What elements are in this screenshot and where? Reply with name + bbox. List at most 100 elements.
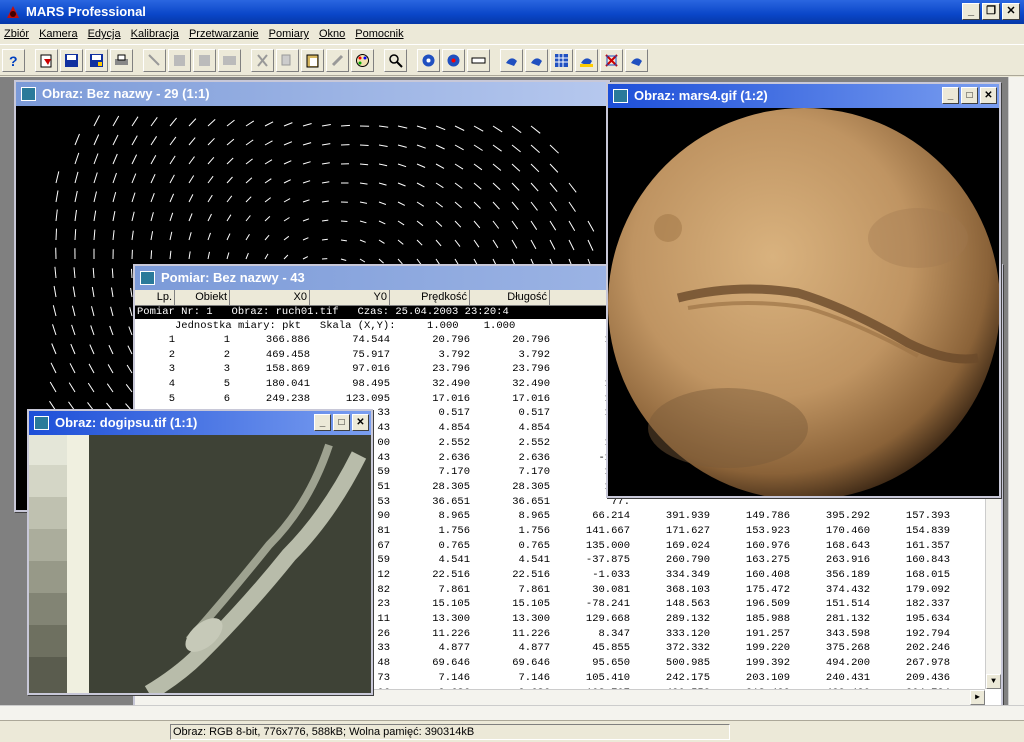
pen-button[interactable] bbox=[600, 48, 623, 72]
window-mars-titlebar[interactable]: Obraz: mars4.gif (1:2) _ □ ✕ bbox=[608, 84, 999, 108]
flow-vector bbox=[51, 343, 57, 355]
workspace-vertical-scrollbar[interactable] bbox=[1008, 77, 1024, 705]
flow-vector bbox=[169, 193, 175, 203]
window-mars-title: Obraz: mars4.gif (1:2) bbox=[634, 88, 768, 103]
close-button[interactable]: ✕ bbox=[1002, 3, 1020, 20]
measure-button[interactable] bbox=[500, 48, 523, 72]
flow-vector bbox=[302, 142, 312, 146]
table-cell: 2.636 bbox=[518, 451, 550, 464]
flow-vector bbox=[91, 286, 95, 298]
flow-vector bbox=[321, 143, 331, 146]
mars-maximize-button[interactable]: □ bbox=[961, 87, 978, 104]
flow-vector bbox=[93, 191, 97, 203]
flow-vector bbox=[473, 163, 483, 171]
flow-vector bbox=[150, 154, 157, 165]
flow-vector bbox=[454, 144, 464, 151]
save-as-button[interactable] bbox=[85, 48, 108, 72]
flow-vector bbox=[226, 176, 233, 184]
help-button[interactable]: ? bbox=[2, 48, 25, 72]
table-cell: 0.517 bbox=[438, 407, 470, 420]
flow-vector bbox=[435, 182, 444, 189]
flow-vector bbox=[549, 144, 559, 154]
save-button[interactable] bbox=[60, 48, 83, 72]
restore-button[interactable]: ❐ bbox=[982, 3, 1000, 20]
menu-okno[interactable]: Okno bbox=[319, 28, 345, 40]
table-cell: 5 bbox=[168, 392, 175, 405]
table-cell: 7.861 bbox=[518, 583, 550, 596]
flow-vector bbox=[131, 135, 138, 146]
window-mars-image[interactable]: Obraz: mars4.gif (1:2) _ □ ✕ bbox=[606, 82, 1001, 498]
arrow-button[interactable] bbox=[143, 48, 166, 72]
dog-close-button[interactable]: ✕ bbox=[352, 414, 369, 431]
paste-button[interactable] bbox=[301, 48, 324, 72]
window-flow-titlebar[interactable]: Obraz: Bez nazwy - 29 (1:1) bbox=[16, 82, 608, 106]
flow-vector bbox=[55, 228, 57, 241]
table-cell: 17.016 bbox=[512, 392, 550, 405]
col-x0[interactable]: X0 bbox=[230, 290, 310, 305]
copy-button[interactable] bbox=[276, 48, 299, 72]
cut-icon bbox=[257, 53, 268, 67]
dog-maximize-button[interactable]: □ bbox=[333, 414, 350, 431]
camera2-button[interactable] bbox=[442, 48, 465, 72]
flow-vector bbox=[69, 363, 76, 374]
col-y0[interactable]: Y0 bbox=[310, 290, 390, 305]
menu-edycja[interactable]: Edycja bbox=[88, 28, 121, 40]
ruler-button[interactable] bbox=[467, 48, 490, 72]
dog-minimize-button[interactable]: _ bbox=[314, 414, 331, 431]
menu-pomiary[interactable]: Pomiary bbox=[269, 28, 309, 40]
brush-button[interactable] bbox=[326, 48, 349, 72]
table-cell: 36.651 bbox=[512, 495, 550, 508]
open-button[interactable] bbox=[35, 48, 58, 72]
flow-vector bbox=[492, 220, 500, 229]
palette-button[interactable] bbox=[351, 48, 374, 72]
scroll-right-arrow-icon[interactable]: ▶ bbox=[970, 690, 985, 705]
mars-close-button[interactable]: ✕ bbox=[980, 87, 997, 104]
table-cell: 123.095 bbox=[345, 392, 390, 405]
table-cell: 151.514 bbox=[825, 598, 870, 611]
vertex-button[interactable] bbox=[625, 48, 648, 72]
flow-vector bbox=[188, 137, 196, 146]
menu-kalibracja[interactable]: Kalibracja bbox=[131, 28, 179, 40]
flow-vector bbox=[207, 137, 215, 146]
cut-button[interactable] bbox=[251, 48, 274, 72]
col-dlugosc[interactable]: Długość bbox=[470, 290, 550, 305]
table-cell: 17.016 bbox=[432, 392, 470, 405]
table-cell: 2.636 bbox=[438, 451, 470, 464]
flow-vector bbox=[321, 181, 330, 184]
zoom-button[interactable] bbox=[384, 48, 407, 72]
menu-przetwarzanie[interactable]: Przetwarzanie bbox=[189, 28, 259, 40]
table-cell: 36.651 bbox=[432, 495, 470, 508]
window-dog-image[interactable]: Obraz: dogipsu.tif (1:1) _ □ ✕ bbox=[27, 409, 373, 695]
table-cell: 163.275 bbox=[745, 554, 790, 567]
dog-image-canvas[interactable] bbox=[29, 435, 371, 693]
table-cell: 182.337 bbox=[905, 598, 950, 611]
menu-pomocnik[interactable]: Pomocnik bbox=[355, 28, 403, 40]
minimize-button[interactable]: _ bbox=[962, 3, 980, 20]
area-button[interactable] bbox=[575, 48, 598, 72]
col-obiekt[interactable]: Obiekt bbox=[175, 290, 230, 305]
scroll-down-arrow-icon[interactable]: ▼ bbox=[986, 674, 1001, 689]
window-dog-titlebar[interactable]: Obraz: dogipsu.tif (1:1) _ □ ✕ bbox=[29, 411, 371, 435]
rect-button[interactable] bbox=[168, 48, 191, 72]
select-button[interactable] bbox=[193, 48, 216, 72]
grid-button[interactable] bbox=[550, 48, 573, 72]
menu-kamera[interactable]: Kamera bbox=[39, 28, 78, 40]
table-cell: 171.627 bbox=[665, 524, 710, 537]
measure-icon bbox=[506, 57, 517, 66]
print-button[interactable] bbox=[110, 48, 133, 72]
table-cell: 199.220 bbox=[745, 642, 790, 655]
camera-button[interactable] bbox=[417, 48, 440, 72]
mars-image-canvas[interactable] bbox=[608, 108, 999, 496]
erase-button[interactable] bbox=[218, 48, 241, 72]
flow-vector bbox=[245, 158, 253, 165]
table-cell: 209.436 bbox=[905, 671, 950, 684]
flow-vector bbox=[321, 219, 329, 222]
col-lp[interactable]: Lp. bbox=[135, 290, 175, 305]
menu-zbior[interactable]: Zbiór bbox=[4, 28, 29, 40]
point-button[interactable] bbox=[525, 48, 548, 72]
workspace-horizontal-scrollbar[interactable] bbox=[0, 705, 1024, 720]
col-predkosc[interactable]: Prędkość bbox=[390, 290, 470, 305]
mars-minimize-button[interactable]: _ bbox=[942, 87, 959, 104]
flow-vector bbox=[530, 125, 541, 134]
table-cell: 7.170 bbox=[518, 466, 550, 479]
